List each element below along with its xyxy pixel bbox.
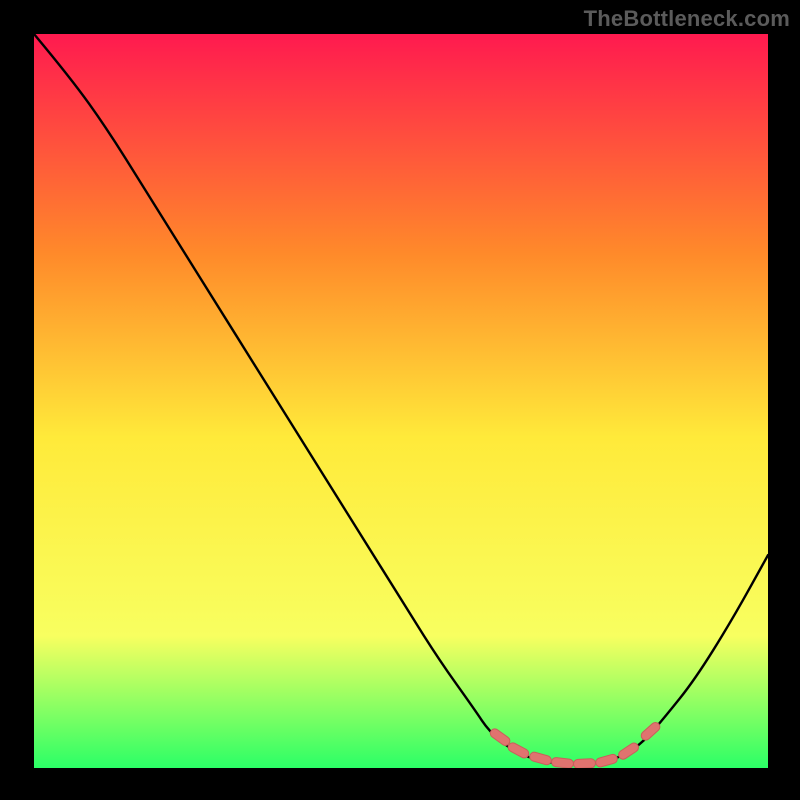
marker-dash	[573, 759, 595, 768]
watermark-text: TheBottleneck.com	[584, 6, 790, 32]
chart-svg	[34, 34, 768, 768]
plot-area	[34, 34, 768, 768]
chart-canvas: TheBottleneck.com	[0, 0, 800, 800]
gradient-background	[34, 34, 768, 768]
